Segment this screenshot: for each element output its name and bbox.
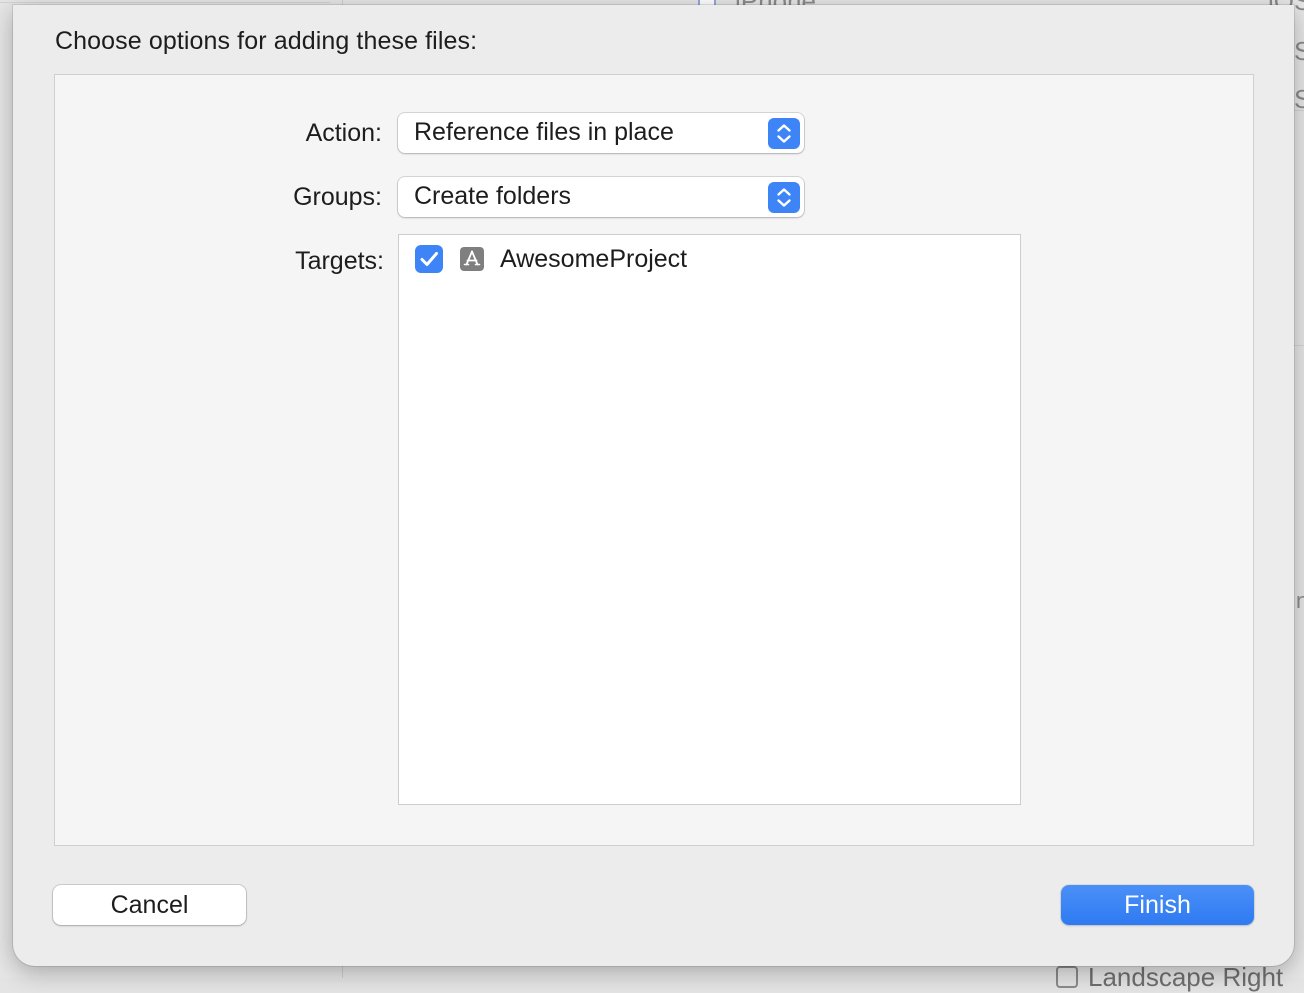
sheet-title: Choose options for adding these files: <box>55 27 478 55</box>
up-down-chevron-icon <box>768 182 800 213</box>
checkmark-icon <box>420 252 438 266</box>
cancel-button[interactable]: Cancel <box>53 885 246 925</box>
target-checkbox[interactable] <box>415 245 443 273</box>
groups-popup-value: Create folders <box>414 182 572 210</box>
finish-button[interactable]: Finish <box>1061 885 1254 925</box>
options-panel: Action: Reference files in place Groups:… <box>54 74 1254 846</box>
app-target-icon <box>460 247 484 271</box>
list-item[interactable]: AwesomeProject <box>399 235 1020 283</box>
action-popup-value: Reference files in place <box>414 118 674 146</box>
targets-list[interactable]: AwesomeProject <box>398 234 1021 805</box>
action-label: Action: <box>305 119 382 147</box>
target-name: AwesomeProject <box>500 245 688 273</box>
groups-label: Groups: <box>293 183 382 211</box>
background-clipped-text: n <box>1296 588 1304 613</box>
up-down-chevron-icon <box>768 118 800 149</box>
action-popup-button[interactable]: Reference files in place <box>398 113 804 153</box>
background-clipped-text: S <box>1294 36 1304 66</box>
groups-popup-button[interactable]: Create folders <box>398 177 804 217</box>
background-divider <box>1294 110 1304 111</box>
targets-label: Targets: <box>295 247 384 275</box>
add-files-sheet: Choose options for adding these files: A… <box>13 5 1294 966</box>
background-divider <box>1294 345 1304 346</box>
background-checkbox <box>1056 966 1078 988</box>
background-divider <box>0 2 330 3</box>
